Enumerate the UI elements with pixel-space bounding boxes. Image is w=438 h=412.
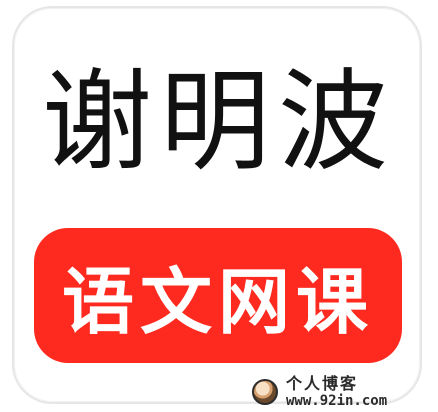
watermark-mascot-icon	[252, 379, 278, 405]
watermark-text: 个人博客 www.92in.com	[286, 374, 388, 409]
subtitle-text: 语文网课	[61, 260, 374, 344]
brand-name: 谢明波	[42, 58, 396, 186]
watermark-url: www.92in.com	[286, 393, 388, 409]
watermark-title: 个人博客	[286, 374, 359, 393]
blog-watermark: 个人博客 www.92in.com	[252, 372, 438, 412]
subtitle-pill: 语文网课	[34, 228, 402, 363]
app-icon: 谢明波 语文网课	[12, 6, 422, 404]
